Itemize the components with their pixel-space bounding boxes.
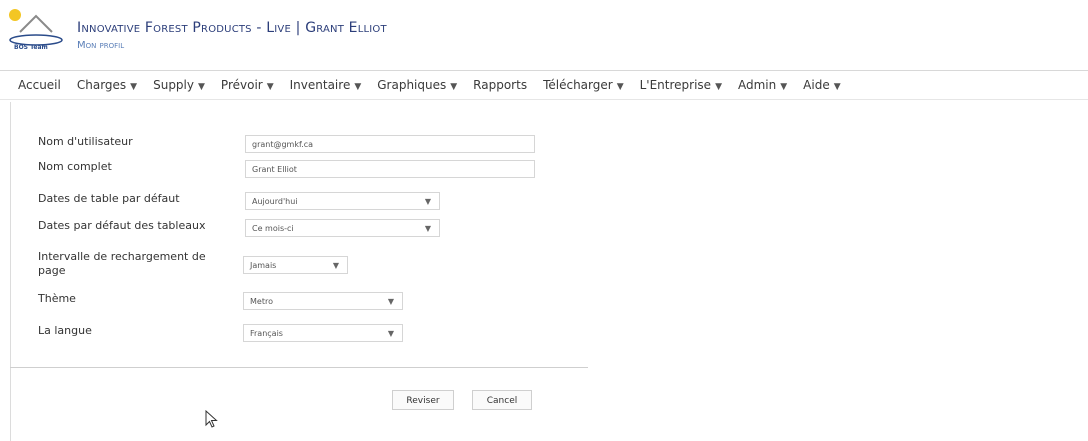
- nav-item-entreprise[interactable]: L'Entreprise ▼: [640, 78, 722, 92]
- chevron-down-icon: ▼: [780, 82, 788, 92]
- nav-item-inventaire[interactable]: Inventaire ▼: [290, 78, 362, 92]
- chevron-down-icon: ▼: [130, 82, 138, 92]
- nav-item-admin[interactable]: Admin ▼: [738, 78, 787, 92]
- chevron-down-icon: ▼: [387, 329, 394, 338]
- chevron-down-icon: ▼: [715, 82, 722, 92]
- company-logo-icon: [9, 9, 63, 46]
- cancel-button[interactable]: Cancel: [472, 390, 532, 410]
- nav-item-accueil[interactable]: Accueil: [18, 78, 61, 92]
- main-nav: Accueil Charges ▼ Supply ▼ Prévoir ▼ Invent…: [0, 70, 1088, 100]
- chart-dates-label: Dates par défaut des tableaux: [38, 219, 206, 232]
- form-divider: [10, 367, 588, 368]
- chart-dates-select[interactable]: Ce mois-ci ▼: [245, 219, 440, 237]
- left-divider: [10, 102, 11, 441]
- nav-item-supply[interactable]: Supply ▼: [153, 78, 205, 92]
- username-label: Nom d'utilisateur: [38, 135, 133, 148]
- fullname-field[interactable]: Grant Elliot: [245, 160, 535, 178]
- logo-text: BOS Team: [14, 44, 48, 51]
- chevron-down-icon: ▼: [387, 297, 394, 306]
- language-select[interactable]: Français ▼: [243, 324, 403, 342]
- page-subtitle: Mon profil: [77, 40, 125, 51]
- nav-item-prevoir[interactable]: Prévoir ▼: [221, 78, 274, 92]
- nav-item-aide[interactable]: Aide ▼: [803, 78, 840, 92]
- chevron-down-icon: ▼: [332, 261, 339, 270]
- chevron-down-icon: ▼: [450, 82, 458, 92]
- table-dates-label: Dates de table par défaut: [38, 192, 180, 205]
- fullname-label: Nom complet: [38, 160, 112, 173]
- nav-item-rapports[interactable]: Rapports: [473, 78, 527, 92]
- language-label: La langue: [38, 324, 92, 337]
- save-button[interactable]: Reviser: [392, 390, 454, 410]
- table-dates-select[interactable]: Aujourd'hui ▼: [245, 192, 440, 210]
- chevron-down-icon: ▼: [833, 82, 841, 92]
- app-header: BOS Team Innovative Forest Products - Li…: [0, 0, 1088, 70]
- reload-interval-label: Intervalle de rechargement de page: [38, 250, 206, 277]
- page-title: Innovative Forest Products - Live | Gran…: [77, 20, 387, 36]
- chevron-down-icon: ▼: [266, 82, 274, 92]
- mouse-cursor-icon: [205, 410, 218, 428]
- chevron-down-icon: ▼: [354, 82, 362, 92]
- chevron-down-icon: ▼: [424, 224, 431, 233]
- reload-interval-select[interactable]: Jamais ▼: [243, 256, 348, 274]
- theme-select[interactable]: Metro ▼: [243, 292, 403, 310]
- nav-item-graphiques[interactable]: Graphiques ▼: [377, 78, 457, 92]
- chevron-down-icon: ▼: [198, 82, 205, 92]
- chevron-down-icon: ▼: [616, 82, 624, 92]
- username-field[interactable]: grant@gmkf.ca: [245, 135, 535, 153]
- nav-item-charges[interactable]: Charges ▼: [77, 78, 137, 92]
- chevron-down-icon: ▼: [424, 197, 431, 206]
- nav-item-telecharger[interactable]: Télécharger ▼: [543, 78, 624, 92]
- theme-label: Thème: [38, 292, 76, 305]
